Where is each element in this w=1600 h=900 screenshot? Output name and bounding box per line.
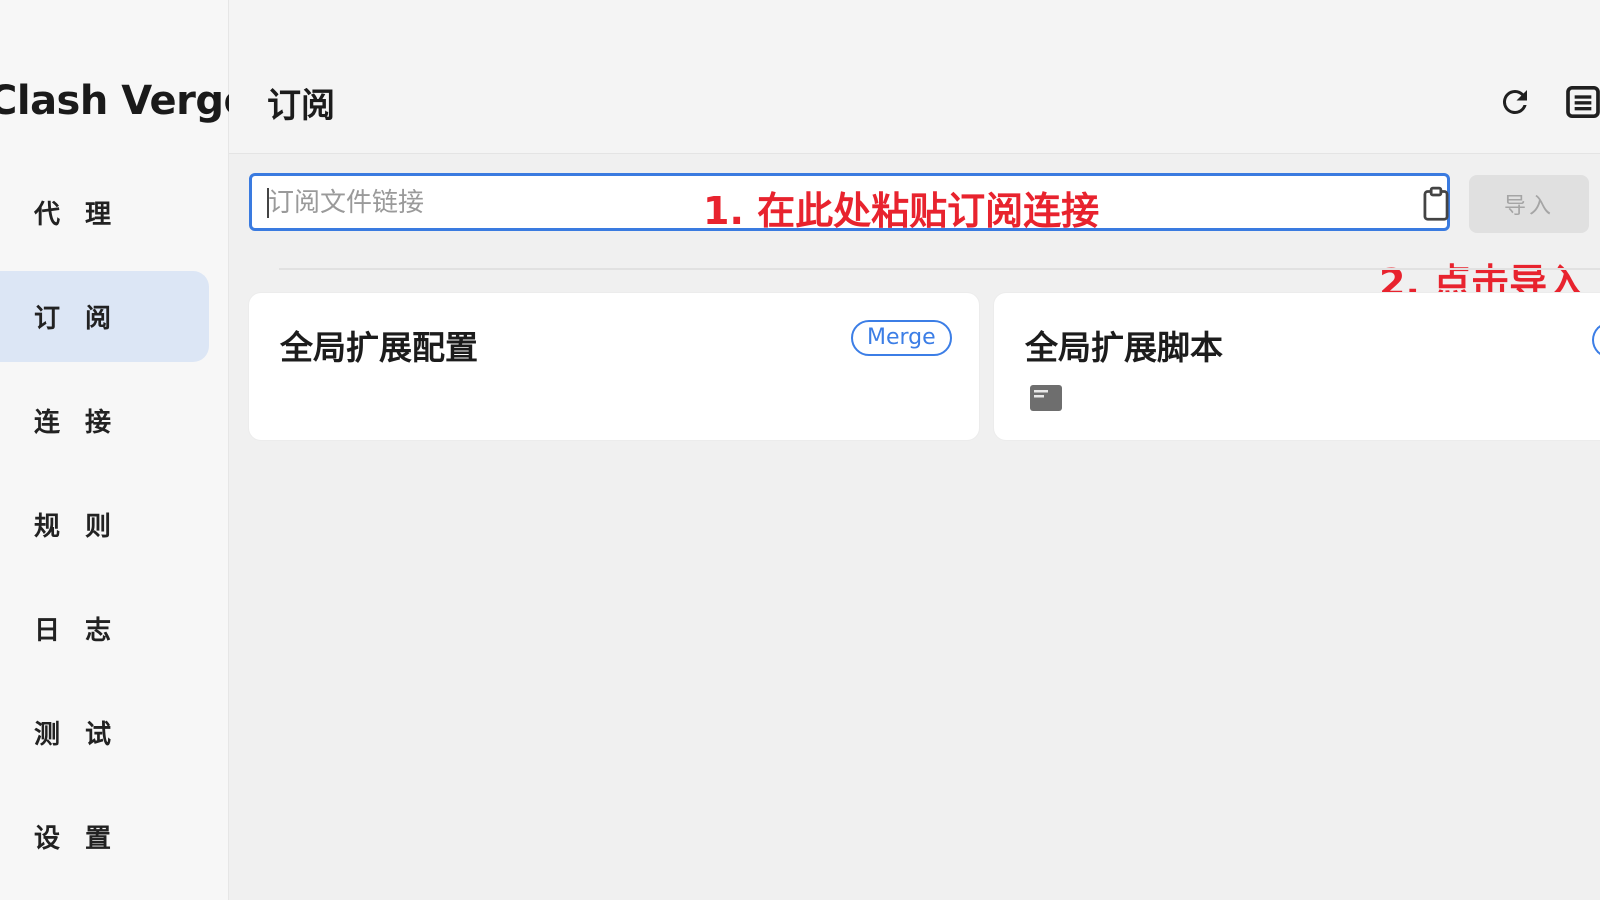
nav-item-logs[interactable]: 日 志 <box>0 583 209 674</box>
annotation-step-1: 1. 在此处粘贴订阅连接 <box>703 189 1100 233</box>
nav-item-proxy[interactable]: 代 理 <box>0 167 209 258</box>
nav-item-subscriptions[interactable]: 订 阅 <box>0 271 209 362</box>
card-title: 全局扩展配置 <box>280 328 478 367</box>
text-caret <box>267 188 269 218</box>
merge-badge: Merge <box>851 320 952 356</box>
profile-card-global-script[interactable]: 全局扩展脚本 <box>994 293 1600 440</box>
import-button[interactable]: 导入 <box>1469 175 1589 233</box>
list-icon[interactable] <box>1561 80 1600 124</box>
main-content: 订阅 1. 在此处粘贴订阅连接 导入 2. 点击导入 <box>229 0 1600 900</box>
nav-item-test[interactable]: 测 试 <box>0 687 209 778</box>
script-badge <box>1592 322 1600 358</box>
profile-card-global-merge[interactable]: 全局扩展配置 Merge <box>249 293 979 440</box>
divider <box>279 268 1600 270</box>
nav-item-connections[interactable]: 连 接 <box>0 375 209 466</box>
clipboard-icon[interactable] <box>1419 186 1453 222</box>
page-title: 订阅 <box>267 86 335 126</box>
page-header: 订阅 <box>229 0 1600 154</box>
refresh-icon[interactable] <box>1493 80 1537 124</box>
nav-item-rules[interactable]: 规 则 <box>0 479 209 570</box>
nav-item-settings[interactable]: 设 置 <box>0 791 209 882</box>
app-brand: Clash Verge <box>0 78 251 124</box>
document-icon <box>1029 383 1063 413</box>
sidebar: Clash Verge 代 理 订 阅 连 接 规 则 日 志 测 试 设 置 <box>0 0 251 900</box>
card-title: 全局扩展脚本 <box>1025 328 1223 367</box>
